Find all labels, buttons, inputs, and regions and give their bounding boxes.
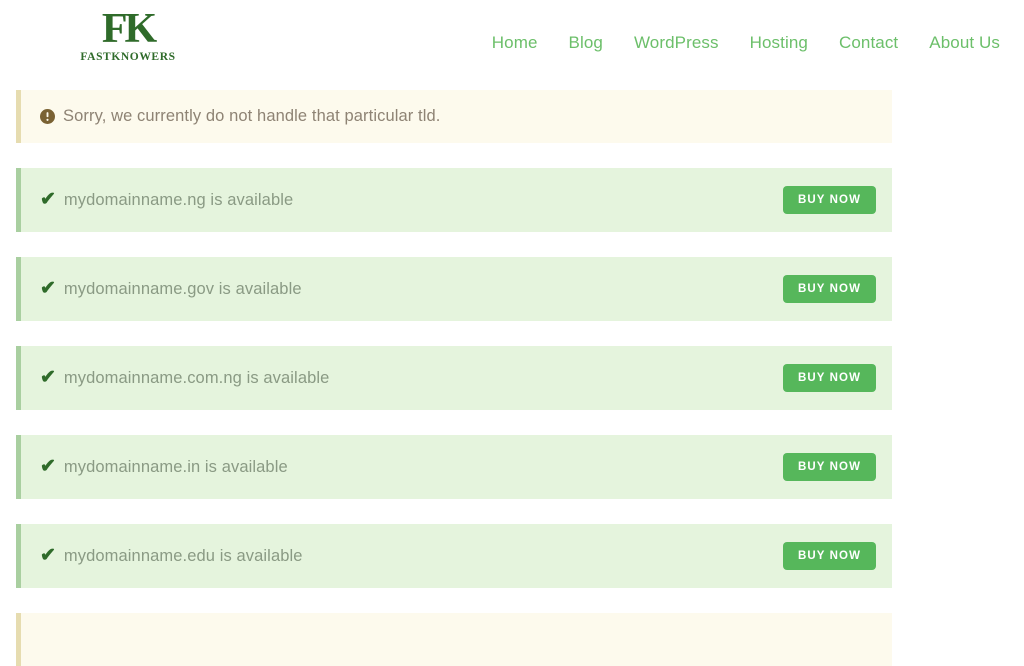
domain-result-body: ✔ mydomainname.in is available [21, 455, 783, 477]
check-icon: ✔ [40, 277, 56, 299]
domain-result-row: ✔ mydomainname.edu is available BUY NOW [16, 524, 892, 588]
alert-row: Sorry, we currently do not handle that p… [16, 90, 892, 143]
buy-now-button[interactable]: BUY NOW [783, 186, 876, 214]
check-icon: ✔ [40, 455, 56, 477]
domain-result-body: ✔ mydomainname.com.ng is available [21, 366, 783, 388]
nav-item-hosting[interactable]: Hosting [750, 33, 808, 53]
domain-result-body: ✔ mydomainname.gov is available [21, 277, 783, 299]
nav-item-wordpress[interactable]: WordPress [634, 33, 719, 53]
domain-result-row: ✔ mydomainname.in is available BUY NOW [16, 435, 892, 499]
alert-row-partial [16, 613, 892, 666]
domain-result-row: ✔ mydomainname.ng is available BUY NOW [16, 168, 892, 232]
logo-monogram: FK [101, 6, 157, 52]
buy-now-button[interactable]: BUY NOW [783, 364, 876, 392]
check-icon: ✔ [40, 366, 56, 388]
domain-availability-text: mydomainname.ng is available [63, 190, 294, 209]
nav-item-contact[interactable]: Contact [839, 33, 898, 53]
main-navigation: Home Blog WordPress Hosting Contact Abou… [492, 33, 1000, 53]
exclamation-circle-icon [40, 109, 55, 124]
alert-message: Sorry, we currently do not handle that p… [63, 107, 441, 125]
domain-result-row: ✔ mydomainname.gov is available BUY NOW [16, 257, 892, 321]
domain-result-row: ✔ mydomainname.com.ng is available BUY N… [16, 346, 892, 410]
buy-now-button[interactable]: BUY NOW [783, 275, 876, 303]
nav-item-about-us[interactable]: About Us [929, 33, 1000, 53]
check-icon: ✔ [40, 188, 56, 210]
alert-row-body: Sorry, we currently do not handle that p… [21, 107, 876, 126]
site-logo[interactable]: FK FASTKNOWERS [68, 8, 188, 63]
domain-availability-text: mydomainname.edu is available [63, 546, 303, 565]
domain-search-results: Sorry, we currently do not handle that p… [0, 90, 1024, 666]
logo-wordmark: FASTKNOWERS [80, 50, 176, 63]
domain-result-body: ✔ mydomainname.edu is available [21, 544, 783, 566]
domain-availability-text: mydomainname.com.ng is available [63, 368, 330, 387]
buy-now-button[interactable]: BUY NOW [783, 453, 876, 481]
check-icon: ✔ [40, 544, 56, 566]
site-header: FK FASTKNOWERS Home Blog WordPress Hosti… [0, 0, 1024, 90]
domain-availability-text: mydomainname.gov is available [63, 279, 302, 298]
domain-result-body: ✔ mydomainname.ng is available [21, 188, 783, 210]
domain-availability-text: mydomainname.in is available [63, 457, 288, 476]
nav-item-home[interactable]: Home [492, 33, 538, 53]
buy-now-button[interactable]: BUY NOW [783, 542, 876, 570]
nav-item-blog[interactable]: Blog [569, 33, 603, 53]
